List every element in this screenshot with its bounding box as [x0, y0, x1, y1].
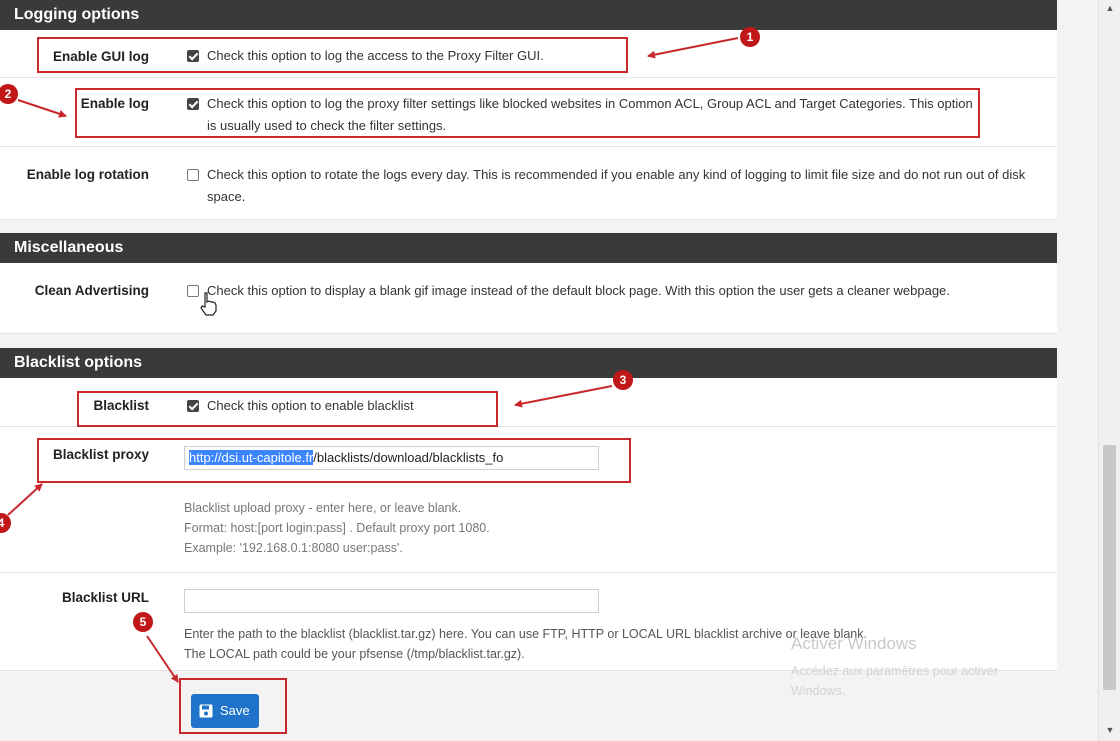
annotation-arrow-2: [17, 99, 67, 118]
annotation-arrow-3: [514, 385, 613, 408]
vertical-scrollbar[interactable]: ▲ ▼: [1098, 0, 1120, 741]
annotation-arrow-4: [7, 483, 43, 516]
scrollbar-thumb[interactable]: [1103, 445, 1116, 690]
scroll-down-icon[interactable]: ▼: [1099, 722, 1120, 738]
annotation-arrows: [7, 37, 739, 683]
page: Logging options Enable GUI log Check thi…: [0, 0, 1120, 741]
annotation-arrow-1: [647, 37, 739, 59]
annotation-marker-5: 5: [133, 612, 153, 632]
annotation-marker-3: 3: [613, 370, 633, 390]
scroll-up-icon[interactable]: ▲: [1099, 0, 1120, 16]
annotation-marker-1: 1: [740, 27, 760, 47]
annotation-arrow-5: [146, 635, 179, 683]
